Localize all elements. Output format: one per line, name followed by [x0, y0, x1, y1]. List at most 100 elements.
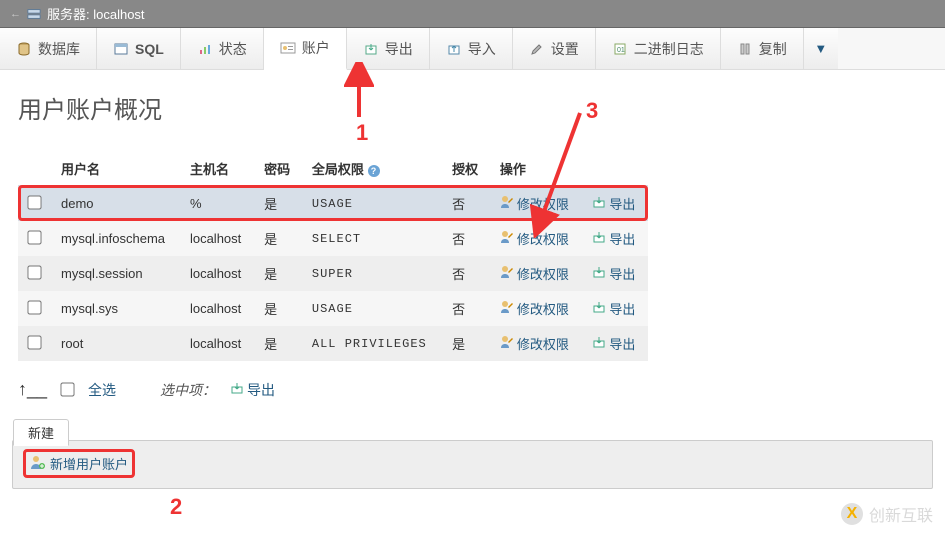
col-host[interactable]: 主机名 [180, 153, 254, 185]
watermark: X 创新互联 [841, 502, 933, 526]
table-row[interactable]: mysql.sessionlocalhost是SUPER否修改权限 导出 [18, 256, 648, 291]
cell-global: USAGE [302, 291, 442, 326]
row-checkbox[interactable] [27, 230, 41, 244]
table-row[interactable]: rootlocalhost是ALL PRIVILEGES是修改权限导出 [18, 326, 648, 361]
nav-more[interactable]: ▼ [804, 28, 838, 69]
user-edit-icon [500, 335, 514, 352]
export-icon [363, 41, 379, 57]
tab-export[interactable]: 导出 [347, 28, 430, 69]
add-user-link[interactable]: 新增用户账户 [23, 449, 135, 478]
svg-text:01: 01 [617, 47, 625, 54]
cell-grant: 否 [442, 185, 490, 221]
cell-pwd: 是 [254, 326, 302, 361]
edit-privileges-link[interactable]: 修改权限 [500, 299, 569, 318]
tab-database[interactable]: 数据库 [0, 28, 97, 69]
user-edit-icon [500, 195, 514, 212]
server-titlebar: ← 服务器: localhost [0, 0, 945, 28]
arrow-up-icon: ↑__ [18, 379, 47, 400]
page-title: 用户账户概况 [18, 90, 927, 125]
add-user-icon [30, 454, 46, 473]
cell-host: localhost [180, 291, 254, 326]
cell-user: mysql.session [51, 256, 180, 291]
row-checkbox[interactable] [27, 265, 41, 279]
tab-replication[interactable]: 复制 [721, 28, 804, 69]
server-label: 服务器: localhost [47, 4, 145, 23]
row-export-link[interactable]: 导出 [592, 334, 635, 353]
sql-icon [113, 41, 129, 57]
tab-import[interactable]: 导入 [430, 28, 513, 69]
export-icon [592, 265, 606, 282]
cell-global: SUPER [302, 256, 442, 291]
table-row[interactable]: mysql.syslocalhost是USAGE否修改权限 导出 [18, 291, 648, 326]
cell-grant: 是 [442, 326, 490, 361]
col-ops: 操作 [490, 153, 648, 185]
cell-user: root [51, 326, 180, 361]
checkall-link[interactable]: 全选 [88, 380, 116, 400]
export-icon [592, 230, 606, 247]
cell-pwd: 是 [254, 185, 302, 221]
col-pwd[interactable]: 密码 [254, 153, 302, 185]
cell-global: USAGE [302, 185, 442, 221]
cell-host: localhost [180, 326, 254, 361]
tab-sql[interactable]: SQL [97, 28, 181, 69]
new-section: 新建 新增用户账户 [12, 440, 933, 489]
cell-global: ALL PRIVILEGES [302, 326, 442, 361]
row-export-link[interactable]: 导出 [592, 229, 635, 248]
cell-user: demo [51, 185, 180, 221]
bulk-export-link[interactable]: 导出 [230, 380, 275, 400]
row-export-link[interactable]: 导出 [592, 194, 635, 213]
cell-user: mysql.infoschema [51, 221, 180, 256]
row-checkbox[interactable] [27, 335, 41, 349]
row-checkbox[interactable] [27, 195, 41, 209]
accounts-icon [280, 40, 296, 56]
export-icon [592, 195, 606, 212]
user-edit-icon [500, 300, 514, 317]
annotation-2: 2 [170, 494, 182, 520]
new-tab-label: 新建 [13, 419, 69, 446]
user-edit-icon [500, 265, 514, 282]
tab-accounts[interactable]: 账户 [264, 28, 347, 70]
col-user[interactable]: 用户名 [51, 153, 180, 185]
collapse-arrow-icon[interactable]: ← [10, 8, 21, 20]
cell-grant: 否 [442, 291, 490, 326]
database-icon [16, 41, 32, 57]
edit-privileges-link[interactable]: 修改权限 [500, 334, 569, 353]
edit-privileges-link[interactable]: 修改权限 [500, 229, 569, 248]
user-edit-icon [500, 230, 514, 247]
users-table: 用户名 主机名 密码 全局权限 ? 授权 操作 demo%是USAGE否修改权限… [18, 153, 648, 361]
tab-settings[interactable]: 设置 [513, 28, 596, 69]
table-header-row: 用户名 主机名 密码 全局权限 ? 授权 操作 [18, 153, 648, 185]
row-export-link[interactable]: 导出 [592, 264, 635, 283]
status-icon [197, 41, 213, 57]
row-export-link[interactable]: 导出 [592, 299, 635, 318]
row-checkbox[interactable] [27, 300, 41, 314]
export-icon [230, 381, 244, 398]
cell-host: % [180, 185, 254, 221]
replication-icon [737, 41, 753, 57]
cell-pwd: 是 [254, 221, 302, 256]
cell-grant: 否 [442, 221, 490, 256]
edit-privileges-link[interactable]: 修改权限 [500, 264, 569, 283]
checkall-checkbox[interactable] [60, 382, 74, 396]
tab-binlog[interactable]: 01二进制日志 [596, 28, 721, 69]
selected-label: 选中项： [160, 380, 216, 400]
edit-privileges-link[interactable]: 修改权限 [500, 194, 569, 213]
cell-global: SELECT [302, 221, 442, 256]
col-global[interactable]: 全局权限 ? [302, 153, 442, 185]
cell-user: mysql.sys [51, 291, 180, 326]
main-nav: 数据库 SQL 状态 账户 导出 导入 设置 01二进制日志 复制 ▼ [0, 28, 945, 70]
help-icon[interactable]: ? [368, 165, 380, 177]
cell-pwd: 是 [254, 256, 302, 291]
import-icon [446, 41, 462, 57]
cell-pwd: 是 [254, 291, 302, 326]
tab-status[interactable]: 状态 [181, 28, 264, 69]
export-icon [592, 335, 606, 352]
watermark-logo-icon: X [841, 503, 863, 525]
bulk-actions-bar: ↑__ 全选 选中项： 导出 [0, 369, 945, 404]
cell-grant: 否 [442, 256, 490, 291]
export-icon [592, 300, 606, 317]
cell-host: localhost [180, 256, 254, 291]
table-row[interactable]: demo%是USAGE否修改权限 导出 [18, 185, 648, 221]
col-grant[interactable]: 授权 [442, 153, 490, 185]
table-row[interactable]: mysql.infoschemalocalhost是SELECT否修改权限导出 [18, 221, 648, 256]
